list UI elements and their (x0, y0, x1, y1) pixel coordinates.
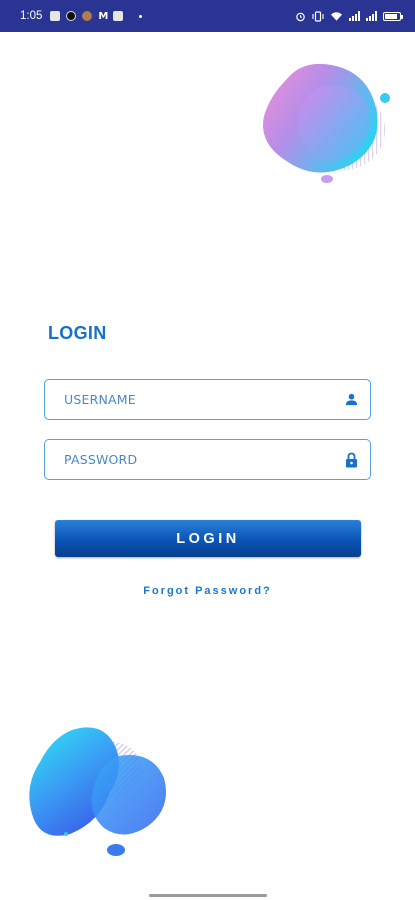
app-notification-icon (113, 11, 124, 21)
status-time: 1:05 (20, 10, 43, 22)
password-input[interactable] (64, 452, 344, 467)
signal-icon (366, 11, 377, 21)
app-notification-icon (66, 11, 77, 21)
home-indicator[interactable] (149, 894, 267, 897)
lock-icon (344, 452, 358, 468)
password-field[interactable] (44, 439, 371, 480)
status-left: 1:05 M (20, 10, 143, 22)
wifi-icon (330, 12, 343, 21)
status-right (295, 10, 403, 22)
battery-icon (383, 11, 403, 21)
alarm-icon (296, 12, 305, 21)
username-field[interactable] (44, 379, 371, 420)
username-input[interactable] (64, 392, 344, 407)
login-title: LOGIN (48, 323, 107, 343)
vibrate-icon (312, 10, 324, 22)
login-button[interactable]: LOGIN (55, 520, 361, 557)
gmail-icon: M (98, 10, 108, 22)
decorative-blob-top (263, 63, 390, 183)
app-notification-icon (50, 11, 61, 21)
forgot-password-link[interactable]: Forgot Password? (0, 585, 415, 597)
person-icon (344, 392, 358, 408)
signal-icon (349, 11, 360, 21)
decorative-blob-bottom (29, 727, 166, 856)
dot-icon (139, 14, 143, 18)
app-notification-icon (82, 11, 93, 21)
status-bar: 1:05 M (0, 0, 415, 32)
